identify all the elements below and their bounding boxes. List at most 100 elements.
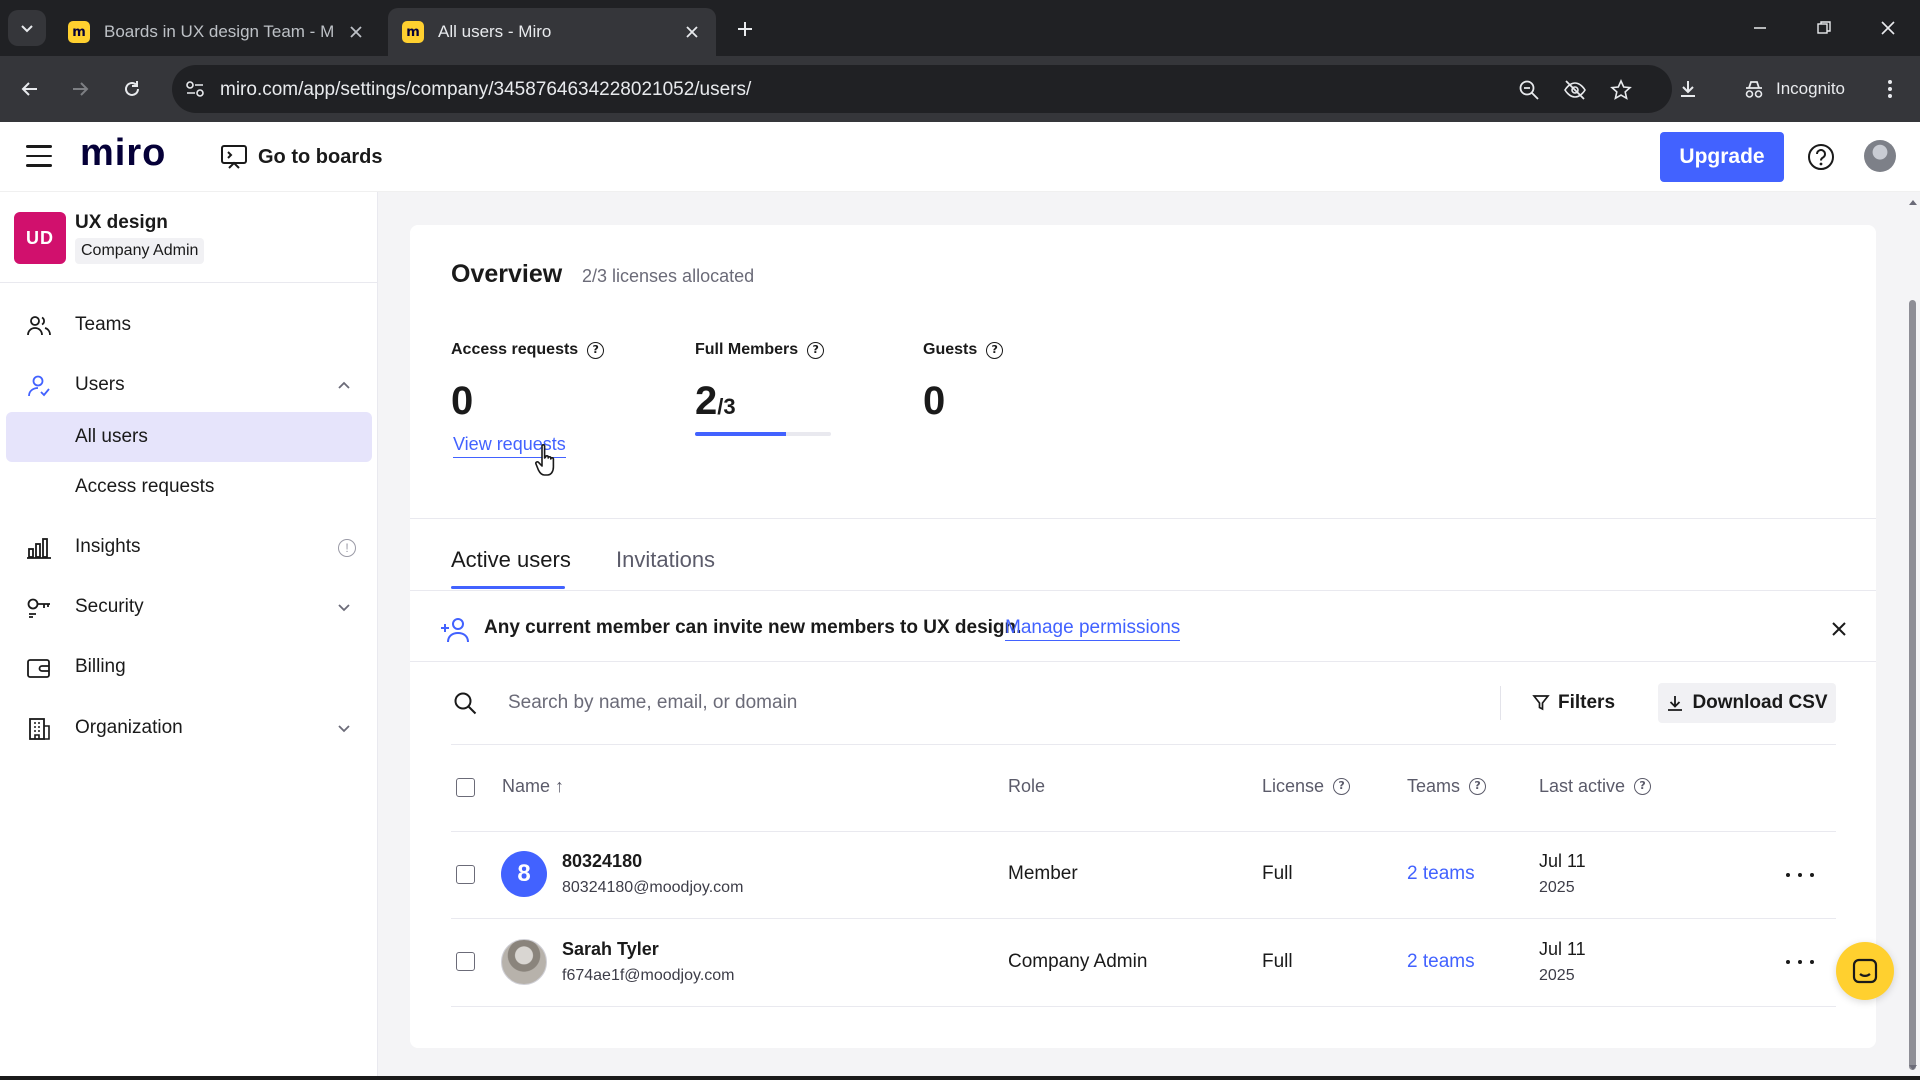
column-label: Teams: [1407, 776, 1461, 796]
filters-label: Filters: [1558, 692, 1616, 713]
reload-icon[interactable]: [114, 71, 150, 107]
browser-tab-all-users[interactable]: m All users - Miro: [388, 8, 716, 56]
chat-icon: [1852, 958, 1878, 984]
kebab-menu-icon[interactable]: [1872, 71, 1908, 107]
key-icon: [26, 595, 52, 621]
row-checkbox[interactable]: [456, 952, 475, 971]
zoom-icon[interactable]: [1516, 77, 1542, 103]
eye-off-icon[interactable]: [1562, 77, 1588, 103]
tab-close-icon[interactable]: [346, 22, 366, 42]
sidebar-item-insights[interactable]: Insights !: [6, 522, 372, 572]
go-to-boards-label: Go to boards: [258, 145, 383, 168]
divider: [410, 518, 1876, 519]
boards-icon: [221, 145, 247, 169]
scroll-up-arrow-icon[interactable]: [1906, 196, 1920, 208]
org-badge[interactable]: UD: [14, 212, 66, 264]
bookmark-star-icon[interactable]: [1608, 77, 1634, 103]
close-window-icon[interactable]: [1868, 12, 1908, 44]
sidebar-item-label: Insights: [75, 536, 141, 557]
divider: [451, 1006, 1836, 1007]
org-name: UX design: [75, 212, 168, 233]
search-input[interactable]: [508, 682, 1488, 724]
stat-label-text: Access requests: [451, 341, 579, 358]
chevron-up-icon: [338, 381, 350, 389]
incognito-label: Incognito: [1776, 79, 1845, 98]
sidebar-item-label: All users: [75, 426, 148, 447]
download-csv-button[interactable]: Download CSV: [1658, 683, 1836, 723]
chat-launcher-button[interactable]: [1836, 942, 1894, 1000]
user-teams-link[interactable]: 2 teams: [1407, 951, 1475, 973]
filter-icon: [1532, 695, 1550, 711]
sidebar-item-billing[interactable]: Billing: [6, 642, 372, 692]
url-text: miro.com/app/settings/company/3458764634…: [220, 79, 752, 100]
filters-button[interactable]: Filters: [1520, 683, 1627, 723]
download-icon[interactable]: [1670, 71, 1706, 107]
column-license: License?: [1262, 776, 1351, 797]
column-label: Name ↑: [502, 776, 565, 796]
last-active-date: Jul 11: [1539, 939, 1586, 959]
column-label: Last active: [1539, 776, 1626, 796]
column-last-active: Last active?: [1539, 776, 1652, 797]
back-arrow-icon[interactable]: [12, 71, 48, 107]
info-icon[interactable]: !: [338, 539, 356, 557]
upgrade-button[interactable]: Upgrade: [1660, 132, 1784, 182]
avatar: 8: [501, 851, 547, 897]
sidebar-item-organization[interactable]: Organization: [6, 703, 372, 753]
help-icon[interactable]: [1806, 142, 1836, 172]
user-role[interactable]: Member: [1008, 863, 1078, 885]
select-all-checkbox[interactable]: [456, 778, 475, 797]
row-checkbox[interactable]: [456, 865, 475, 884]
minimize-icon[interactable]: [1740, 12, 1780, 44]
help-icon[interactable]: ?: [1333, 778, 1351, 795]
sidebar-item-label: Teams: [75, 314, 131, 335]
manage-permissions-link[interactable]: Manage permissions: [1005, 617, 1181, 641]
restore-icon[interactable]: [1804, 12, 1844, 44]
chevron-down-icon: [338, 725, 350, 733]
hamburger-menu-icon[interactable]: [26, 145, 52, 169]
close-icon[interactable]: [1828, 618, 1850, 640]
sidebar-item-all-users[interactable]: All users: [6, 412, 372, 462]
scrollbar-thumb[interactable]: [1909, 300, 1916, 1070]
help-icon[interactable]: ?: [986, 341, 1004, 359]
user-teams-link[interactable]: 2 teams: [1407, 863, 1475, 885]
column-name[interactable]: Name ↑: [502, 776, 564, 797]
sidebar-item-security[interactable]: Security: [6, 582, 372, 632]
column-teams: Teams?: [1407, 776, 1487, 797]
miro-logo[interactable]: miro: [80, 132, 166, 175]
help-icon[interactable]: ?: [1469, 778, 1487, 795]
site-settings-icon[interactable]: [182, 77, 208, 101]
user-icon: [26, 373, 52, 399]
more-options-icon[interactable]: [1786, 865, 1814, 885]
sidebar-item-teams[interactable]: Teams: [6, 300, 372, 350]
user-license: Full: [1262, 863, 1293, 884]
sidebar-item-users[interactable]: Users: [6, 360, 372, 410]
hand-pointer-cursor-icon: [535, 444, 555, 476]
full-members-total: /3: [717, 394, 736, 419]
incognito-indicator[interactable]: Incognito: [1730, 65, 1857, 113]
avatar: [501, 939, 547, 985]
help-icon[interactable]: ?: [587, 341, 605, 359]
forward-arrow-icon[interactable]: [62, 71, 98, 107]
miro-favicon-icon: m: [68, 21, 90, 43]
new-tab-plus-icon[interactable]: [730, 14, 760, 44]
sidebar-item-label: Billing: [75, 656, 126, 677]
sidebar-item-access-requests[interactable]: Access requests: [6, 462, 372, 512]
user-avatar[interactable]: [1864, 140, 1896, 172]
tab-title: Boards in UX design Team - Mir: [104, 22, 334, 41]
tab-close-icon[interactable]: [682, 22, 702, 42]
invite-policy-notice: Any current member can invite new member…: [484, 617, 1022, 638]
go-to-boards-button[interactable]: Go to boards: [220, 140, 382, 174]
scroll-down-arrow-icon[interactable]: [1906, 1062, 1920, 1074]
tab-active-users[interactable]: Active users: [451, 547, 571, 573]
user-license: Full: [1262, 951, 1293, 972]
tab-search-button[interactable]: [8, 10, 46, 46]
sidebar-item-label: Security: [75, 596, 144, 617]
user-role[interactable]: Company Admin: [1008, 951, 1147, 973]
more-options-icon[interactable]: [1786, 952, 1814, 972]
help-icon[interactable]: ?: [807, 341, 825, 359]
tab-invitations[interactable]: Invitations: [616, 547, 715, 573]
full-members-stat-label: Full Members ?: [695, 341, 825, 359]
address-bar[interactable]: miro.com/app/settings/company/3458764634…: [172, 65, 1672, 113]
browser-tab-boards[interactable]: m Boards in UX design Team - Mir: [54, 8, 380, 56]
help-icon[interactable]: ?: [1634, 778, 1652, 795]
